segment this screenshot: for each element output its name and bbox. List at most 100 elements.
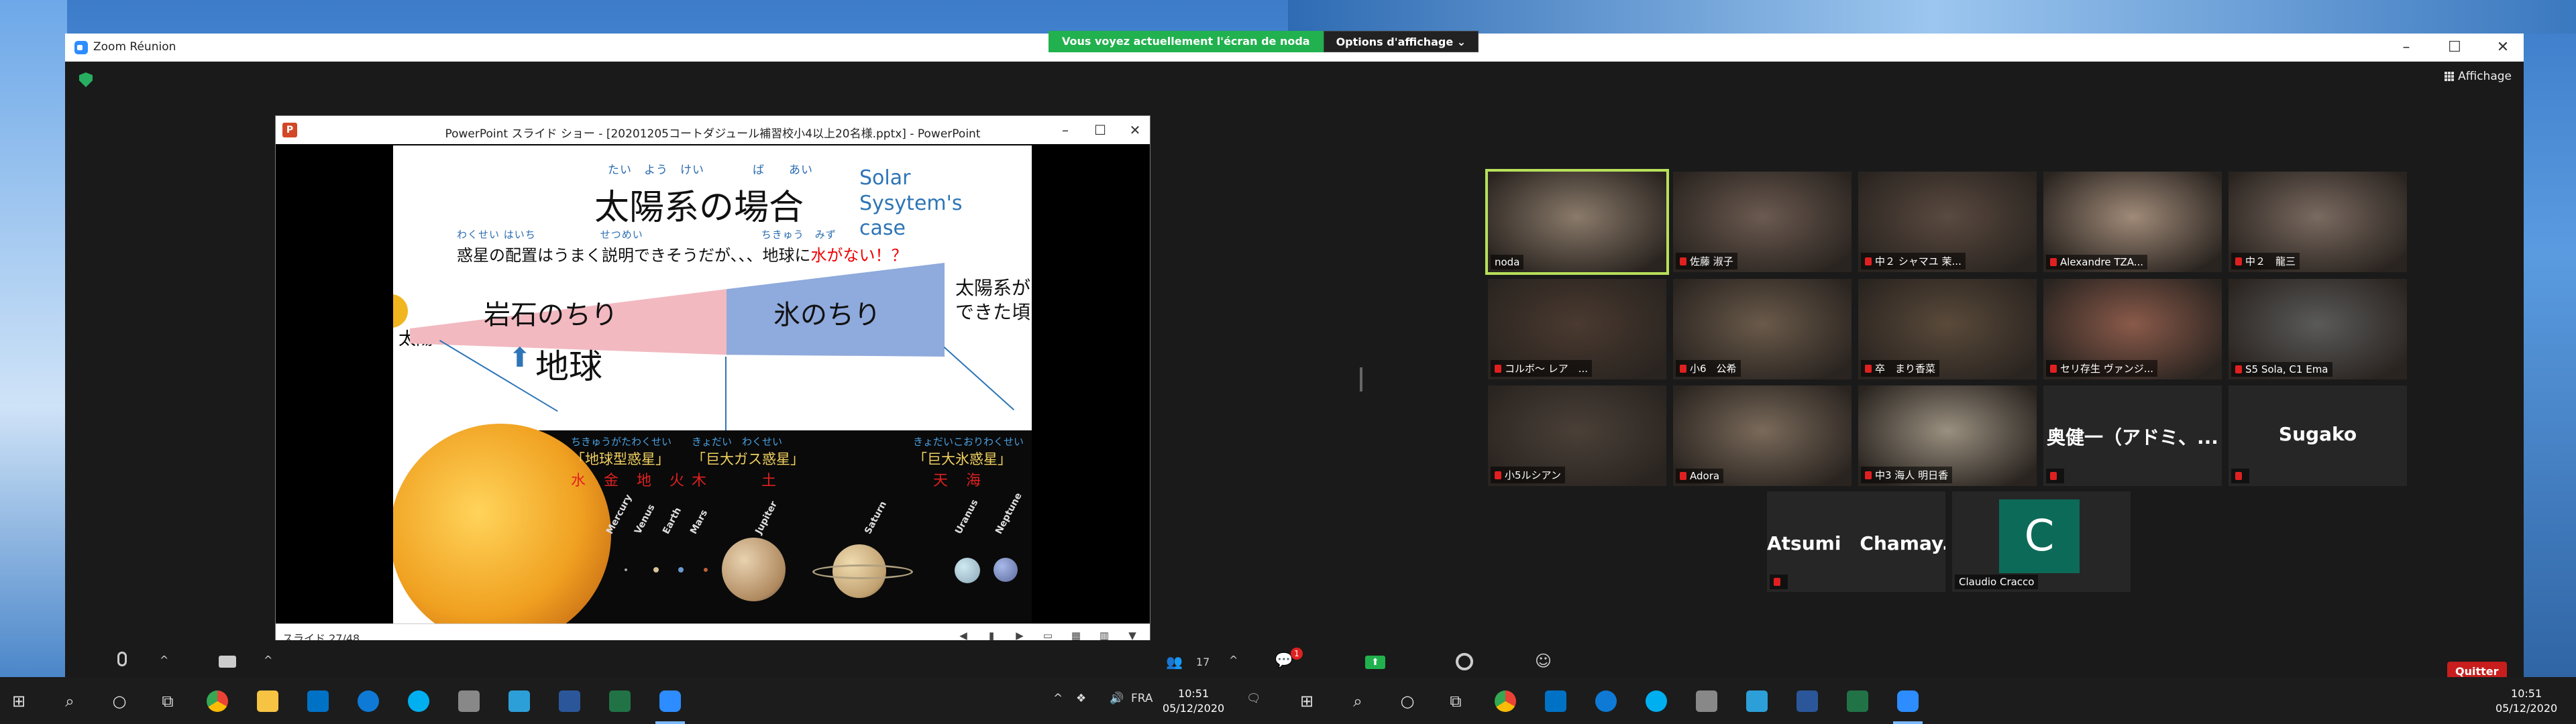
participant-tile[interactable]: 小6 公希 <box>1673 279 1851 379</box>
active-app-indicator <box>655 721 685 724</box>
participant-name-label: S5 Sola, C1 Ema <box>2231 362 2332 377</box>
file-explorer-icon[interactable] <box>257 690 278 712</box>
participant-tile[interactable]: Sugako <box>2229 385 2407 486</box>
task-view-icon[interactable]: ⧉ <box>157 690 178 712</box>
title-ruby: たい よう けい ば あい <box>608 164 813 177</box>
skype-icon[interactable] <box>408 690 429 712</box>
chrome-icon[interactable] <box>1495 690 1516 712</box>
view-button[interactable]: Affichage <box>2445 70 2512 83</box>
participant-tile[interactable]: S5 Sola, C1 Ema <box>2229 279 2407 379</box>
participant-tile[interactable]: Adora <box>1673 385 1851 486</box>
taskbar-clock[interactable]: 10:51 05/12/2020 <box>1163 686 1224 716</box>
input-language[interactable]: FRA <box>1131 692 1153 705</box>
app-icon[interactable] <box>508 690 530 712</box>
reactions-icon[interactable]: ☺ <box>1535 652 1552 670</box>
participant-name: 小6 公希 <box>1690 363 1737 375</box>
word-icon[interactable] <box>559 690 580 712</box>
participant-tile[interactable]: noda <box>1485 169 1669 275</box>
app-icon[interactable] <box>458 690 480 712</box>
tray-chevron-icon[interactable]: ^ <box>1053 692 1063 705</box>
volume-icon[interactable]: 🔊 <box>1110 692 1124 705</box>
task-view-icon[interactable]: ⧉ <box>1445 690 1466 712</box>
ice-giant-kanji: 天 海 <box>933 473 987 489</box>
panel-resize-handle[interactable] <box>1360 367 1362 391</box>
microphone-icon[interactable] <box>117 652 127 666</box>
participant-tile[interactable]: 小5ルシアン <box>1488 385 1666 486</box>
participant-tile[interactable]: 中２ シャマユ 茉... <box>1858 172 2037 272</box>
app-icon[interactable] <box>1696 690 1717 712</box>
participant-tile[interactable]: Alexandre TZA... <box>2043 172 2222 272</box>
muted-mic-icon <box>1495 471 1501 479</box>
cortana-icon[interactable]: ○ <box>109 690 130 712</box>
participants-icon[interactable]: 👥 <box>1166 654 1183 670</box>
outlook-icon[interactable] <box>1545 690 1566 712</box>
ppt-close-icon[interactable]: ✕ <box>1127 119 1143 141</box>
camera-icon[interactable] <box>219 656 236 668</box>
zoom-taskbar-icon[interactable] <box>659 690 681 712</box>
notifications-icon[interactable]: 🗨 <box>1246 692 1261 705</box>
participant-tile[interactable]: 卒 まり香菜 <box>1858 279 2037 379</box>
word-icon[interactable] <box>1796 690 1818 712</box>
chrome-icon[interactable] <box>207 690 228 712</box>
app-icon[interactable] <box>1746 690 1768 712</box>
rock-dust-label: 岩石のちり <box>484 300 618 330</box>
participant-tile[interactable]: セリ存生 ヴァンジ... <box>2043 279 2222 379</box>
participant-name-label: セリ存生 ヴァンジ... <box>2046 360 2158 377</box>
taskbar-clock[interactable]: 10:51 05/12/2020 <box>2496 686 2557 716</box>
skype-icon[interactable] <box>1646 690 1667 712</box>
cortana-icon[interactable]: ○ <box>1397 690 1418 712</box>
zoom-window-title: Zoom Réunion <box>93 40 176 54</box>
muted-mic-icon <box>1680 365 1686 373</box>
planet-name: Jupiter <box>753 499 780 536</box>
participant-tile[interactable]: 佐藤 淑子 <box>1673 172 1851 272</box>
ice-giant-group: きょだいこおりわくせい 「巨大氷惑星」 天 海 <box>913 434 1024 490</box>
participant-name: Adora <box>1690 470 1720 482</box>
participant-name-label: 佐藤 淑子 <box>1676 253 1737 269</box>
participant-name: S5 Sola, C1 Ema <box>2245 363 2328 375</box>
participant-display-name: Sugako <box>2278 423 2357 445</box>
edge-icon[interactable] <box>1595 690 1617 712</box>
zoom-taskbar-icon[interactable] <box>1897 690 1919 712</box>
participant-name: 小5ルシアン <box>1505 469 1561 481</box>
participants-chevron-icon[interactable]: ^ <box>1229 654 1238 666</box>
participant-tile[interactable]: 奥健一（アドミ、... <box>2043 385 2222 486</box>
powerpoint-title: PowerPoint スライド ショー - [20201205コートダジュール補… <box>445 127 981 141</box>
participant-tile[interactable]: 中２ 龍三 <box>2229 172 2407 272</box>
planet-name: Uranus <box>953 497 981 536</box>
participant-tile[interactable]: 中3 海人 明日香 <box>1858 385 2037 486</box>
audio-options-chevron-icon[interactable]: ^ <box>160 654 168 666</box>
video-options-chevron-icon[interactable]: ^ <box>264 654 272 666</box>
participant-display-name: Atsumi Chamay... <box>1767 532 1945 554</box>
share-screen-icon[interactable]: ⬆ <box>1365 656 1385 669</box>
record-icon[interactable] <box>1456 653 1473 670</box>
minimize-icon[interactable]: – <box>2395 36 2418 59</box>
ppt-maximize-icon[interactable]: ☐ <box>1092 119 1108 141</box>
muted-mic-icon <box>2235 257 2242 265</box>
search-icon[interactable]: ⌕ <box>59 690 80 712</box>
search-icon[interactable]: ⌕ <box>1347 690 1368 712</box>
outlook-icon[interactable] <box>307 690 329 712</box>
slide-title-english: Solar Sysytem's case <box>859 166 963 240</box>
earth-arrow-icon: ⬆ <box>508 343 531 373</box>
neptune-image <box>994 558 1018 582</box>
edge-icon[interactable] <box>358 690 379 712</box>
gas-giant-group: きょだい わくせい 「巨大ガス惑星」 木 土 <box>692 434 804 490</box>
close-icon[interactable]: ✕ <box>2491 36 2514 59</box>
view-options-button[interactable]: Options d'affichage ⌄ <box>1323 31 1479 52</box>
participant-tile[interactable]: C Claudio Cracco <box>1952 491 2131 592</box>
excel-icon[interactable] <box>609 690 631 712</box>
maximize-icon[interactable]: ☐ <box>2443 36 2466 59</box>
muted-mic-icon <box>1774 578 1780 586</box>
participant-name: 佐藤 淑子 <box>1690 255 1733 267</box>
participant-tile[interactable]: Atsumi Chamay... <box>1767 491 1945 592</box>
excel-icon[interactable] <box>1847 690 1868 712</box>
grid-icon <box>2445 72 2455 81</box>
participant-tile[interactable]: コルボ〜 レア ... <box>1488 279 1666 379</box>
ppt-minimize-icon[interactable]: – <box>1057 119 1073 141</box>
participants-count: 17 <box>1196 656 1210 668</box>
windows-start-icon[interactable]: ⊞ <box>1296 690 1318 712</box>
participant-name: 中２ 龍三 <box>2245 255 2296 267</box>
participant-name-label: コルボ〜 レア ... <box>1491 360 1593 377</box>
dropbox-icon[interactable]: ❖ <box>1076 692 1086 705</box>
windows-start-icon[interactable]: ⊞ <box>8 690 30 712</box>
